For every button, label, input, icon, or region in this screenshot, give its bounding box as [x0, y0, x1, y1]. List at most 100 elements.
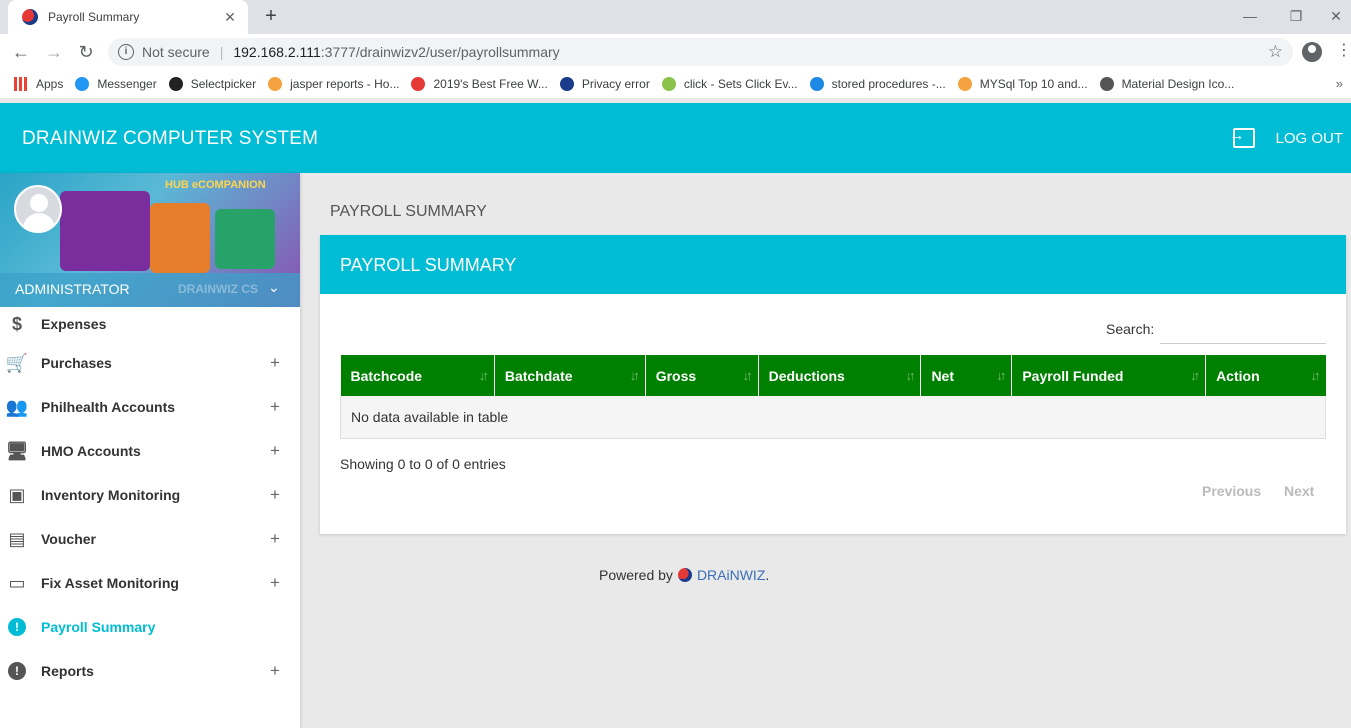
search-input[interactable] [1160, 315, 1326, 344]
bookmarks-more-icon[interactable]: » [1336, 76, 1343, 91]
bookmark-icon [1099, 77, 1114, 91]
ticket-icon: ▤ [8, 528, 26, 549]
info-icon[interactable]: i [118, 44, 134, 60]
app-header: DRAINWIZ COMPUTER SYSTEM LOG OUT [0, 103, 1351, 173]
logout-label[interactable]: LOG OUT [1275, 130, 1343, 147]
sidebar-item-expenses[interactable]: $ Expenses [0, 307, 300, 341]
column-header-batchdate[interactable]: Batchdate ↓↑ [494, 355, 646, 396]
forward-button[interactable]: → [42, 40, 66, 64]
bookmark-item[interactable]: MYSql Top 10 and... [957, 77, 1088, 91]
column-header-batchcode[interactable]: Batchcode ↓↑ [340, 355, 495, 396]
sidebar-item-label: HMO Accounts [41, 443, 141, 459]
sidebar-item-label: Expenses [41, 316, 107, 332]
expand-plus-icon[interactable]: + [270, 397, 280, 417]
logout-button[interactable]: LOG OUT [1229, 127, 1343, 148]
sidebar-item-hmo-accounts[interactable]: 🖥 HMO Accounts + [0, 429, 300, 473]
bookmark-item[interactable]: Privacy error [559, 77, 650, 91]
bookmark-item[interactable]: Selectpicker [168, 77, 256, 91]
browser-menu-icon[interactable]: ⋮ [1336, 40, 1351, 60]
banner-text: HUB eCOMPANION [165, 179, 266, 191]
user-banner: HUB eCOMPANION ADMINISTRATOR DRAINWIZ CS… [0, 173, 300, 307]
sidebar-item-fix-asset-monitoring[interactable]: ▭ Fix Asset Monitoring + [0, 561, 300, 605]
bookmark-label: stored procedures -... [831, 77, 946, 91]
user-avatar [14, 185, 62, 233]
bookmark-item[interactable]: 2019's Best Free W... [411, 77, 548, 91]
sort-icon[interactable]: ↓↑ [905, 368, 915, 383]
bookmark-label: Apps [36, 77, 64, 91]
url-host: 192.168.2.111 [233, 44, 321, 60]
tab-title: Payroll Summary [48, 10, 140, 24]
browser-tab[interactable]: Payroll Summary ✕ [8, 0, 248, 34]
column-header-deductions[interactable]: Deductions ↓↑ [758, 355, 922, 396]
bookmark-star-icon[interactable]: ☆ [1268, 42, 1283, 62]
bookmark-item[interactable]: click - Sets Click Ev... [661, 77, 798, 91]
sidebar-item-voucher[interactable]: ▤ Voucher + [0, 517, 300, 561]
expand-plus-icon[interactable]: + [270, 529, 280, 549]
sidebar-item-inventory-monitoring[interactable]: ▣ Inventory Monitoring + [0, 473, 300, 517]
bookmark-label: click - Sets Click Ev... [683, 77, 798, 91]
banner-art-first-aid [215, 209, 275, 269]
logout-icon[interactable] [1229, 127, 1256, 148]
footer-brand-link[interactable]: DRAiNWIZ [697, 567, 765, 583]
tab-close-icon[interactable]: ✕ [222, 9, 238, 26]
bookmark-item[interactable]: Apps [14, 77, 63, 91]
bookmark-icon [661, 77, 676, 91]
bookmark-label: Material Design Ico... [1121, 77, 1235, 91]
monitor-icon: 🖥 [5, 440, 29, 461]
browser-toolbar: ← → ↻ i Not secure | 192.168.2.111:3777/… [0, 34, 1351, 70]
sort-icon[interactable]: ↓↑ [996, 368, 1006, 383]
restore-button[interactable]: ❐ [1276, 2, 1316, 30]
profile-avatar-icon[interactable] [1302, 42, 1322, 62]
previous-button[interactable]: Previous [1202, 483, 1261, 499]
sidebar-item-reports[interactable]: ! Reports + [0, 649, 300, 693]
bookmark-icon [957, 77, 972, 91]
reload-button[interactable]: ↻ [74, 40, 98, 64]
window-close-button[interactable]: ✕ [1322, 2, 1350, 30]
minimize-button[interactable]: — [1230, 2, 1270, 30]
bookmark-icon [559, 77, 574, 91]
sidebar-item-payroll-summary[interactable]: ! Payroll Summary [0, 605, 300, 649]
back-button[interactable]: ← [9, 40, 33, 64]
sort-icon[interactable]: ↓↑ [743, 368, 753, 383]
sidebar-item-philhealth-accounts[interactable]: 👥 Philhealth Accounts + [0, 385, 300, 429]
payroll-summary-card: PAYROLL SUMMARY Search: Batchcode ↓↑ Batch… [320, 235, 1346, 534]
sort-icon[interactable]: ↓↑ [1190, 368, 1200, 383]
column-header-action[interactable]: Action ↓↑ [1205, 355, 1326, 396]
bookmark-item[interactable]: Material Design Ico... [1099, 77, 1235, 91]
chevron-down-icon[interactable]: ⌄ [268, 279, 280, 296]
new-tab-button[interactable]: + [258, 4, 284, 30]
expand-plus-icon[interactable]: + [270, 441, 280, 461]
sidebar: HUB eCOMPANION ADMINISTRATOR DRAINWIZ CS… [0, 173, 300, 728]
expand-plus-icon[interactable]: + [270, 353, 280, 373]
column-header-gross[interactable]: Gross ↓↑ [645, 355, 759, 396]
banner-watermark: DRAINWIZ CS [178, 282, 258, 296]
expand-plus-icon[interactable]: + [270, 661, 280, 681]
table-row: No data available in table [340, 396, 1326, 439]
bookmarks-bar: Apps Messenger Selectpicker jasper reports … [0, 70, 1351, 98]
next-button[interactable]: Next [1284, 483, 1314, 499]
bookmark-icon [809, 77, 824, 91]
sidebar-item-label: Payroll Summary [41, 619, 156, 635]
sidebar-item-purchases[interactable]: 🛒 Purchases + [0, 341, 300, 385]
sort-icon[interactable]: ↓↑ [630, 368, 640, 383]
sort-icon[interactable]: ↓↑ [1311, 368, 1321, 383]
column-header-payroll-funded[interactable]: Payroll Funded ↓↑ [1011, 355, 1207, 396]
user-role-bar[interactable]: ADMINISTRATOR DRAINWIZ CS ⌄ [0, 273, 300, 307]
bookmark-item[interactable]: stored procedures -... [809, 77, 946, 91]
devices-icon: ▭ [8, 572, 26, 593]
column-header-label: Gross [655, 367, 697, 384]
sort-icon[interactable]: ↓↑ [479, 368, 489, 383]
column-header-net[interactable]: Net ↓↑ [920, 355, 1013, 396]
sidebar-item-label: Inventory Monitoring [41, 487, 181, 503]
expand-plus-icon[interactable]: + [270, 485, 280, 505]
page-title: PAYROLL SUMMARY [330, 203, 487, 220]
expand-plus-icon[interactable]: + [270, 573, 280, 593]
alert-circle-icon: ! [8, 618, 26, 636]
address-bar[interactable]: i Not secure | 192.168.2.111:3777/drainw… [108, 38, 1293, 66]
column-header-label: Deductions [768, 367, 845, 384]
bookmark-item[interactable]: Messenger [75, 77, 157, 91]
bookmark-item[interactable]: jasper reports - Ho... [268, 77, 399, 91]
footer-suffix: . [765, 567, 770, 583]
bookmark-label: Messenger [97, 77, 157, 91]
bookmark-icon [168, 77, 183, 91]
